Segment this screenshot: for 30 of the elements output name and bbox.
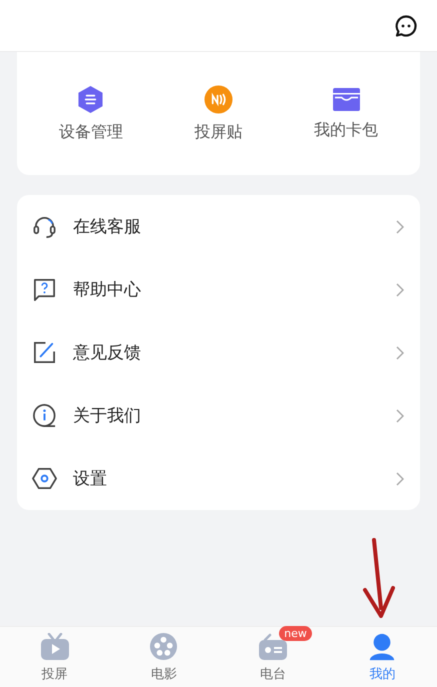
- tab[interactable]: new 电台: [218, 627, 328, 687]
- message-icon[interactable]: [394, 14, 418, 38]
- chevron-right-icon: [396, 346, 404, 360]
- tab[interactable]: 投屏: [0, 627, 110, 687]
- info-icon: [32, 403, 57, 428]
- chevron-right-icon: [396, 472, 404, 486]
- menu-item[interactable]: 设置: [17, 447, 420, 510]
- headset-icon: [32, 214, 57, 239]
- settings-icon: [32, 466, 57, 491]
- wallet-icon[interactable]: [332, 86, 361, 112]
- chevron-right-icon: [396, 282, 404, 296]
- shortcut-label[interactable]: 设备管理: [58, 122, 123, 142]
- shortcut-label[interactable]: 投屏贴: [194, 122, 242, 142]
- menu-item[interactable]: 意见反馈: [17, 321, 420, 384]
- tab[interactable]: 我的: [328, 627, 437, 687]
- menu-item[interactable]: 帮助中心: [17, 258, 420, 321]
- shortcut-label[interactable]: 我的卡包: [314, 120, 378, 140]
- hexagon-list-icon[interactable]: [77, 84, 104, 114]
- edit-icon: [32, 340, 57, 365]
- chevron-right-icon: [396, 220, 404, 234]
- nfc-icon[interactable]: [204, 84, 233, 114]
- new-badge: new: [279, 626, 312, 640]
- film-reel-icon: [149, 632, 178, 661]
- help-icon: [32, 277, 57, 302]
- menu-item[interactable]: 在线客服: [17, 195, 420, 258]
- tab[interactable]: 电影: [109, 627, 218, 687]
- menu-item[interactable]: 关于我们: [17, 384, 420, 447]
- person-icon: [368, 632, 396, 660]
- tv-icon: [40, 632, 70, 660]
- chevron-right-icon: [396, 408, 404, 422]
